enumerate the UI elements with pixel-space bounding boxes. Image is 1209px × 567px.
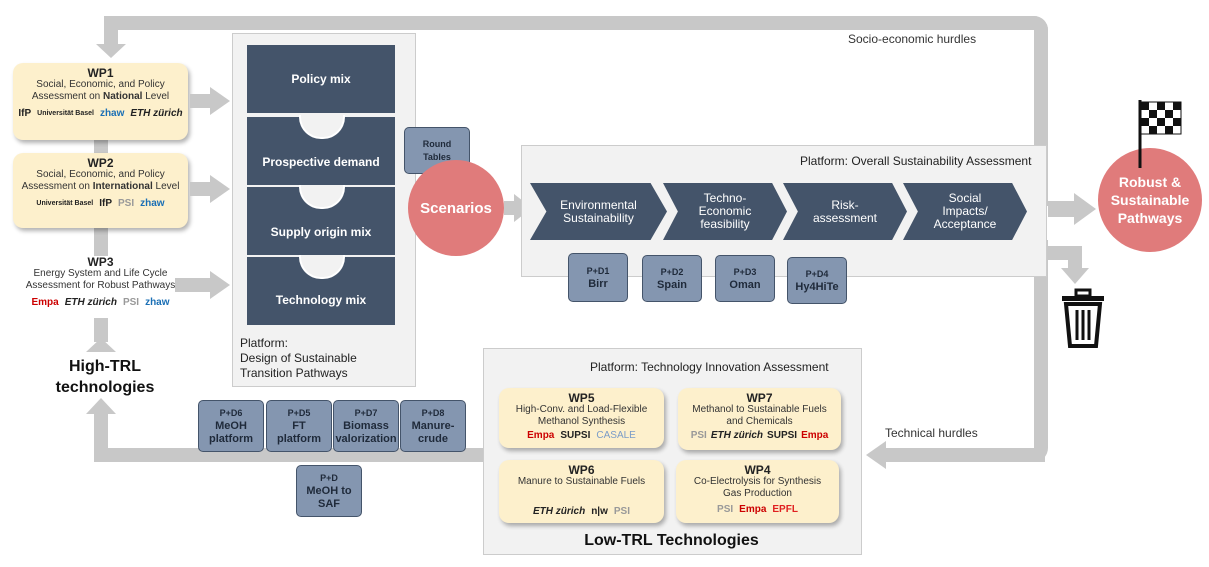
technology-innovation-platform bbox=[483, 348, 862, 555]
arrow-shaft bbox=[190, 94, 212, 108]
arrow-left-icon bbox=[866, 441, 886, 469]
step-techno-economic: Techno- Economic feasibility bbox=[663, 183, 787, 240]
pd2-box: P+D2 Spain bbox=[642, 255, 702, 302]
wp2-logos: Universität Basel IfP PSI zhaw bbox=[36, 198, 165, 209]
arrow-down-icon bbox=[96, 44, 126, 58]
pd8-box: P+D8 Manure-crude bbox=[400, 400, 466, 452]
technical-hurdles-label: Technical hurdles bbox=[885, 426, 978, 440]
socio-loop-left bbox=[104, 16, 118, 46]
high-trl-label: High-TRL technologies bbox=[40, 356, 170, 398]
design-platform-label: Platform: Design of Sustainable Transition… bbox=[240, 336, 357, 380]
pd5-box: P+D5 FT platform bbox=[266, 400, 332, 452]
wp-connector bbox=[94, 228, 108, 258]
wp3-title: WP3 bbox=[87, 255, 114, 269]
pd3-box: P+D3 Oman bbox=[715, 255, 775, 302]
wp1-box: WP1 Social, Economic, and Policy Assessm… bbox=[13, 63, 188, 140]
pd-meoh-saf-box: P+D MeOH to SAF bbox=[296, 465, 362, 517]
wp7-box: WP7 Methanol to Sustainable Fuels and Chem… bbox=[678, 388, 841, 450]
wp-connector bbox=[94, 140, 108, 154]
socio-loop-top bbox=[104, 16, 1048, 30]
low-trl-label: Low-TRL Technologies bbox=[584, 532, 759, 549]
step-environmental: Environmental Sustainability bbox=[530, 183, 667, 240]
arrow-right-icon bbox=[210, 87, 230, 115]
tech-platform-title: Platform: Technology Innovation Assessme… bbox=[590, 360, 829, 374]
puzzle-prospective-demand: Prospective demand bbox=[247, 115, 395, 185]
pd4-box: P+D4 Hy4HiTe bbox=[787, 257, 847, 304]
overall-platform-title: Platform: Overall Sustainability Assessm… bbox=[800, 154, 1032, 168]
arrow-shaft bbox=[175, 278, 212, 292]
arrow-shaft bbox=[1068, 246, 1082, 270]
pd7-box: P+D7 Biomass valorization bbox=[333, 400, 399, 452]
wp1-line1: Social, Economic, and Policy bbox=[36, 79, 165, 90]
wp2-line2: Assessment on International Level bbox=[21, 181, 180, 192]
socio-economic-label: Socio-economic hurdles bbox=[848, 32, 977, 46]
arrow-right-icon bbox=[210, 175, 230, 203]
puzzle-supply-origin-mix: Supply origin mix bbox=[247, 185, 395, 255]
wp1-line2: Assessment on National Level bbox=[31, 91, 170, 102]
step-risk: Risk-assessment bbox=[783, 183, 907, 240]
arrow-down-icon bbox=[1061, 268, 1089, 284]
wp2-line1: Social, Economic, and Policy bbox=[36, 169, 165, 180]
wp4-box: WP4 Co-Electrolysis for Synthesis Gas Prod… bbox=[676, 460, 839, 523]
wp5-box: WP5 High-Conv. and Load-Flexible Methanol … bbox=[499, 388, 664, 448]
technical-loop-bottom bbox=[885, 448, 1045, 462]
wp3-line1: Energy System and Life Cycle bbox=[33, 268, 168, 279]
arrow-shaft bbox=[1048, 201, 1076, 217]
puzzle-policy-mix: Policy mix bbox=[247, 45, 395, 113]
wp6-box: WP6 Manure to Sustainable Fuels ETH zürich… bbox=[499, 460, 664, 523]
wp3-logos: Empa ETH zürich PSI zhaw bbox=[31, 297, 170, 308]
trash-icon bbox=[1062, 288, 1104, 348]
arrow-right-icon bbox=[210, 271, 230, 299]
wp2-title: WP2 bbox=[87, 156, 114, 170]
puzzle-technology-mix: Technology mix bbox=[247, 255, 395, 325]
wp2-box: WP2 Social, Economic, and Policy Assessm… bbox=[13, 153, 188, 228]
step-social: Social Impacts/Acceptance bbox=[903, 183, 1027, 240]
pd6-box: P+D6 MeOH platform bbox=[198, 400, 264, 452]
wp3-block: WP3 Energy System and Life Cycle Assessm… bbox=[13, 256, 188, 309]
arrow-up-icon bbox=[86, 398, 116, 414]
arrow-right-icon bbox=[1074, 193, 1096, 225]
wp1-logos: IfP Universität Basel zhaw ETH zürich bbox=[18, 108, 183, 119]
arrow-shaft bbox=[190, 182, 212, 196]
diagram: Socio-economic hurdles Technical hurdles… bbox=[0, 0, 1209, 567]
lowtrl-loop-left bbox=[94, 412, 108, 462]
pd1-box: P+D1 Birr bbox=[568, 253, 628, 302]
wp3-line2: Assessment for Robust Pathways bbox=[25, 280, 176, 291]
arrow-up-icon bbox=[86, 338, 116, 352]
wp1-title: WP1 bbox=[87, 66, 114, 80]
scenarios-circle: Scenarios bbox=[408, 160, 504, 256]
checkered-flag-icon bbox=[1138, 100, 1182, 168]
